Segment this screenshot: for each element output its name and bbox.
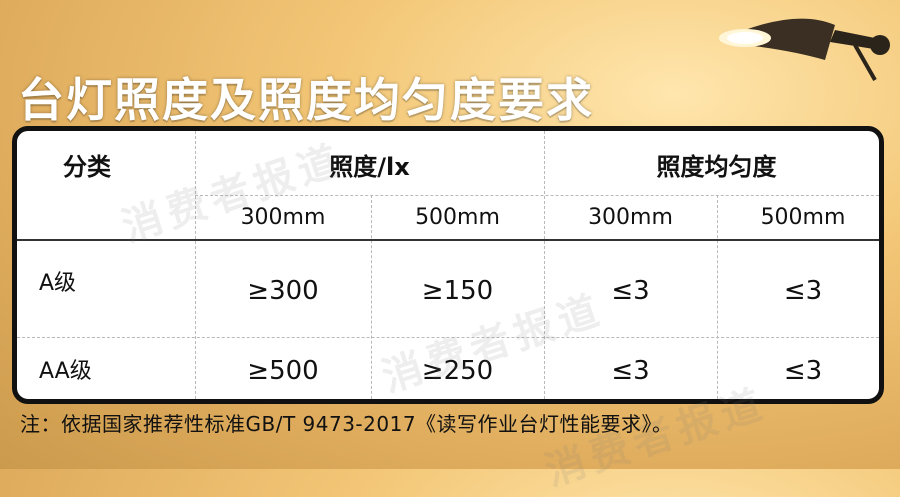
subheader-uniformity-300: 300mm (588, 204, 673, 230)
header-divider (17, 239, 879, 241)
table-cell: ≤3 (611, 356, 650, 386)
page-title: 台灯照度及照度均匀度要求 (18, 73, 594, 127)
row-label: AA级 (39, 359, 92, 384)
row-label: A级 (39, 271, 77, 296)
table-cell: ≤3 (783, 276, 823, 306)
table-cell: ≥500 (247, 356, 319, 386)
footnote: 注：依据国家推荐性标准GB/T 9473-2017《读写作业台灯性能要求》。 (20, 412, 673, 436)
requirements-table: 分类 照度/lx 照度均匀度 300mm 500mm 300mm 500mm A… (12, 126, 884, 404)
divider (17, 337, 879, 338)
subheader-illuminance-500: 500mm (415, 204, 500, 230)
subheader-illuminance-300: 300mm (240, 204, 326, 230)
header-illuminance: 照度/lx (329, 152, 410, 181)
header-category: 分类 (63, 152, 111, 181)
table-cell: ≥300 (247, 276, 319, 306)
header-uniformity: 照度均匀度 (656, 152, 777, 181)
subheader-uniformity-500: 500mm (760, 204, 846, 230)
table-cell: ≥250 (421, 356, 494, 386)
table-cell: ≥150 (421, 276, 494, 306)
desk-lamp-icon (719, 18, 890, 81)
table-cell: ≤3 (783, 356, 823, 386)
table-cell: ≤3 (611, 276, 650, 306)
